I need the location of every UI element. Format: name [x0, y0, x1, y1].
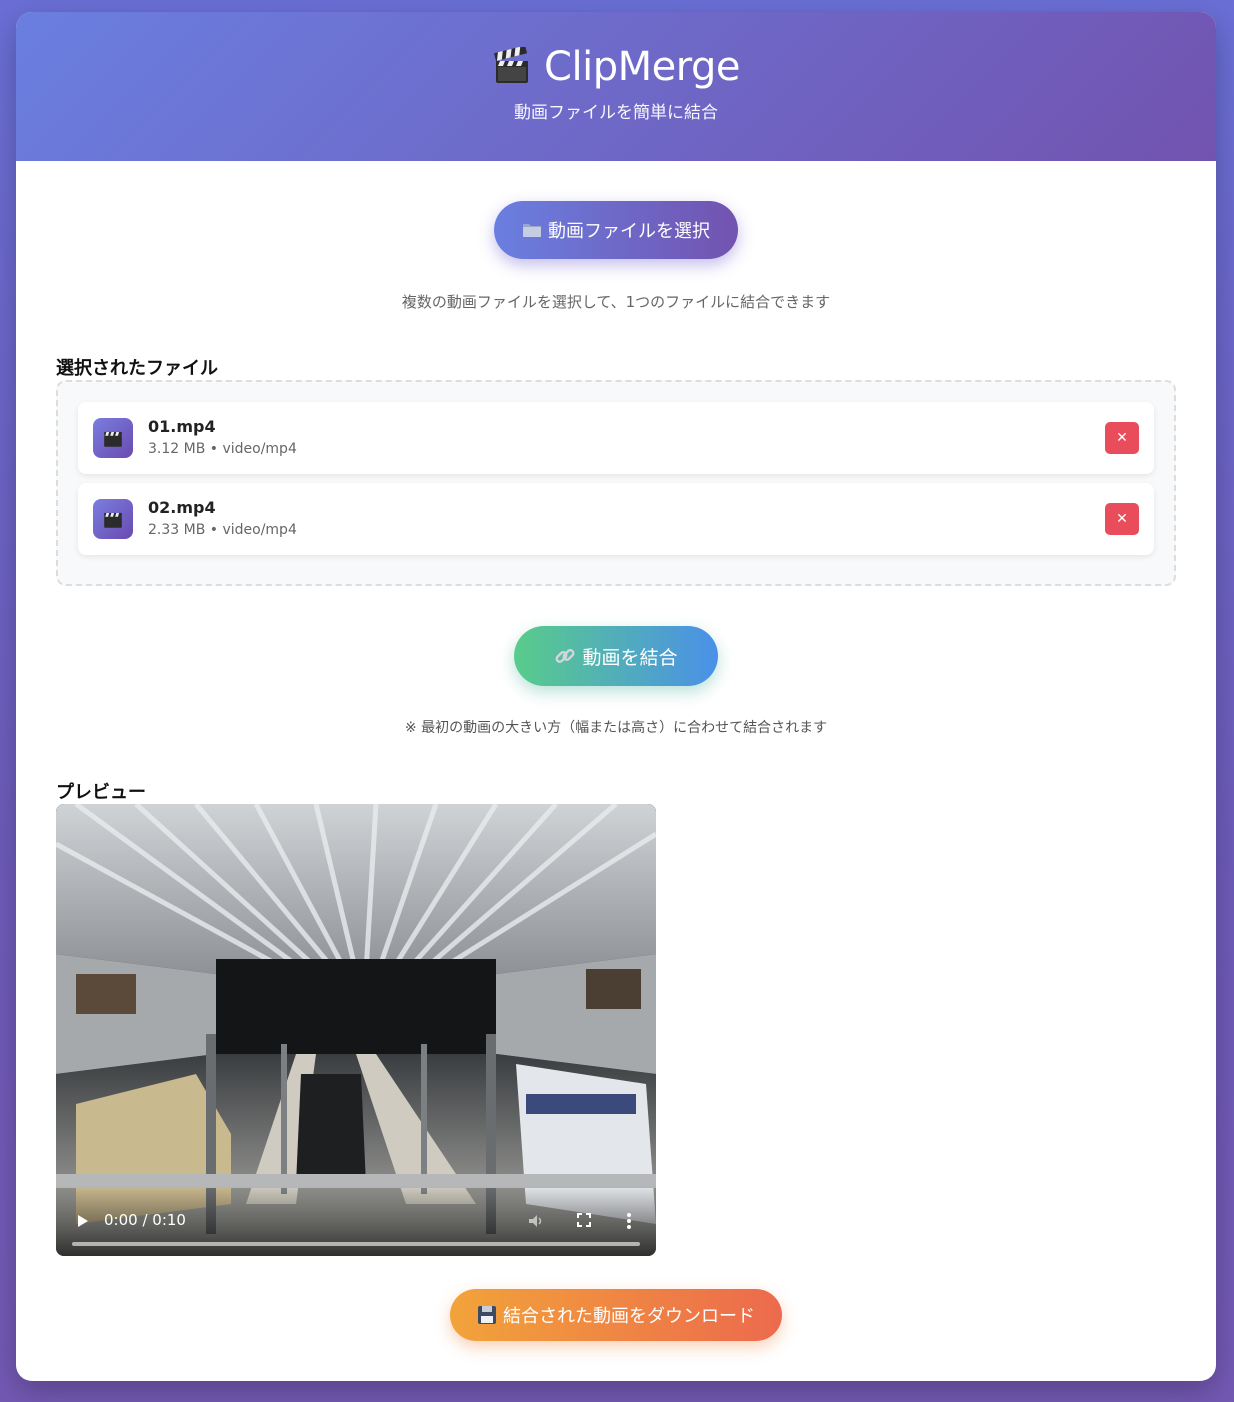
- file-name: 02.mp4: [148, 498, 216, 517]
- app-subtitle: 動画ファイルを簡単に結合: [514, 103, 718, 123]
- play-icon[interactable]: [76, 1213, 90, 1229]
- clapperboard-icon: [494, 47, 529, 83]
- file-item: 01.mp4 3.12 MB • video/mp4 ✕: [78, 402, 1154, 474]
- app-name: ClipMerge: [544, 44, 740, 90]
- remove-file-button[interactable]: ✕: [1105, 503, 1139, 535]
- merge-button[interactable]: 動画を結合: [514, 626, 718, 686]
- file-list: 01.mp4 3.12 MB • video/mp4 ✕ 02.mp4 2.33…: [56, 380, 1176, 586]
- clapperboard-icon: [93, 418, 133, 458]
- close-icon: ✕: [1116, 430, 1128, 446]
- video-time: 0:00 / 0:10: [104, 1211, 186, 1229]
- app-header: ClipMerge 動画ファイルを簡単に結合: [16, 12, 1216, 161]
- file-meta: 3.12 MB • video/mp4: [148, 441, 297, 457]
- volume-icon[interactable]: [527, 1212, 545, 1230]
- folder-icon: [523, 224, 541, 237]
- video-preview[interactable]: 0:00 / 0:10: [56, 804, 656, 1256]
- app-card: ClipMerge 動画ファイルを簡単に結合 動画ファイルを選択 複数の動画ファ…: [16, 12, 1216, 1381]
- file-meta: 2.33 MB • video/mp4: [148, 522, 297, 538]
- file-item: 02.mp4 2.33 MB • video/mp4 ✕: [78, 483, 1154, 555]
- link-icon: [556, 649, 575, 663]
- remove-file-button[interactable]: ✕: [1105, 422, 1139, 454]
- more-options-icon[interactable]: [626, 1212, 632, 1230]
- close-icon: ✕: [1116, 511, 1128, 527]
- download-button[interactable]: 結合された動画をダウンロード: [450, 1289, 782, 1341]
- app-title: ClipMerge: [16, 12, 1216, 90]
- fullscreen-icon[interactable]: [576, 1212, 592, 1228]
- merge-note: ※ 最初の動画の大きい方（幅または高さ）に合わせて結合されます: [404, 720, 828, 736]
- merge-label: 動画を結合: [582, 646, 678, 669]
- select-helper-text: 複数の動画ファイルを選択して、1つのファイルに結合できます: [401, 293, 831, 311]
- video-progress-bar[interactable]: [72, 1242, 640, 1246]
- preview-title: プレビュー: [56, 782, 146, 803]
- download-label: 結合された動画をダウンロード: [503, 1306, 755, 1327]
- select-files-button[interactable]: 動画ファイルを選択: [494, 201, 738, 259]
- selected-files-title: 選択されたファイル: [56, 358, 218, 379]
- video-controls: 0:00 / 0:10: [56, 1186, 656, 1256]
- file-name: 01.mp4: [148, 417, 216, 436]
- select-files-label: 動画ファイルを選択: [548, 221, 710, 242]
- clapperboard-icon: [93, 499, 133, 539]
- floppy-disk-icon: [478, 1306, 496, 1324]
